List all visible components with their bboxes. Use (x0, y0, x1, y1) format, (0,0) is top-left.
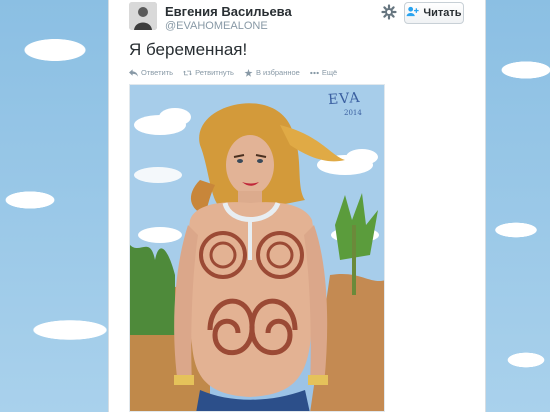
follow-button-label: Читать (423, 7, 462, 19)
author-full-name[interactable]: Евгения Васильева (165, 4, 292, 19)
tweet-media-painting[interactable]: EVA 2014 (129, 84, 385, 412)
author-avatar[interactable] (129, 2, 157, 30)
more-label: Ещё (321, 68, 338, 77)
retweet-icon (183, 70, 193, 75)
user-avatar-image (129, 2, 157, 30)
page-background-left (0, 0, 108, 412)
gear-icon[interactable] (381, 4, 397, 20)
reply-action[interactable]: Ответить (129, 68, 173, 77)
author-username[interactable]: @EVAHOMEALONE (165, 20, 268, 32)
follow-person-plus-icon (406, 6, 420, 20)
painting-signature-year: 2014 (344, 109, 362, 117)
reply-icon (129, 68, 138, 77)
favorite-label: В избранное (255, 68, 300, 77)
painting-image (130, 85, 384, 411)
more-icon (310, 71, 319, 74)
page-background-right (486, 0, 550, 412)
retweet-label: Ретвитнуть (195, 68, 234, 77)
star-icon (244, 68, 253, 77)
reply-label: Ответить (141, 68, 174, 77)
tweet-actions: Ответить Ретвитнуть В избранное Ещё (129, 68, 337, 77)
follow-button[interactable]: Читать (404, 2, 464, 24)
more-action[interactable]: Ещё (310, 68, 337, 77)
painting-signature: EVA (327, 89, 362, 109)
tweet-card: Евгения Васильева @EVAHOMEALONE Читать Я… (108, 0, 486, 412)
tweet-text: Я беременная! (129, 40, 248, 59)
favorite-action[interactable]: В избранное (244, 68, 300, 77)
retweet-action[interactable]: Ретвитнуть (183, 68, 234, 77)
